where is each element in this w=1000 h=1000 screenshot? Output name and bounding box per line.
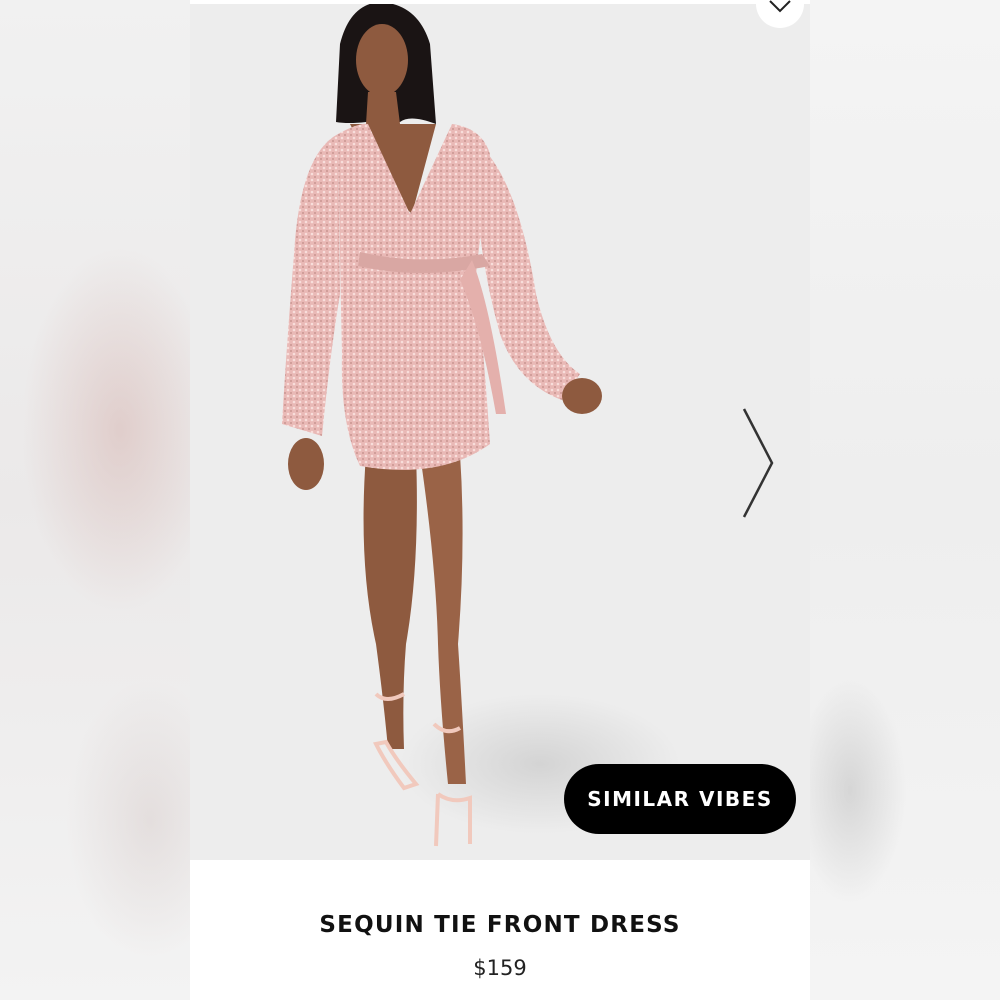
chevron-down-icon: [768, 0, 792, 18]
product-image[interactable]: [190, 2, 810, 860]
product-card: SIMILAR VIBES SEQUIN TIE FRONT DRESS $15…: [190, 0, 810, 1000]
product-price: $159: [473, 956, 527, 980]
next-image-button[interactable]: [736, 405, 776, 521]
chevron-right-icon: [736, 408, 776, 525]
model-photo: [282, 2, 680, 847]
similar-vibes-button[interactable]: SIMILAR VIBES: [564, 764, 796, 834]
background-blur-left: [0, 0, 190, 1000]
background-blur-right: [810, 0, 1000, 1000]
top-strip: [190, 0, 810, 4]
product-title: SEQUIN TIE FRONT DRESS: [319, 912, 681, 938]
product-info: SEQUIN TIE FRONT DRESS $159: [190, 860, 810, 1000]
